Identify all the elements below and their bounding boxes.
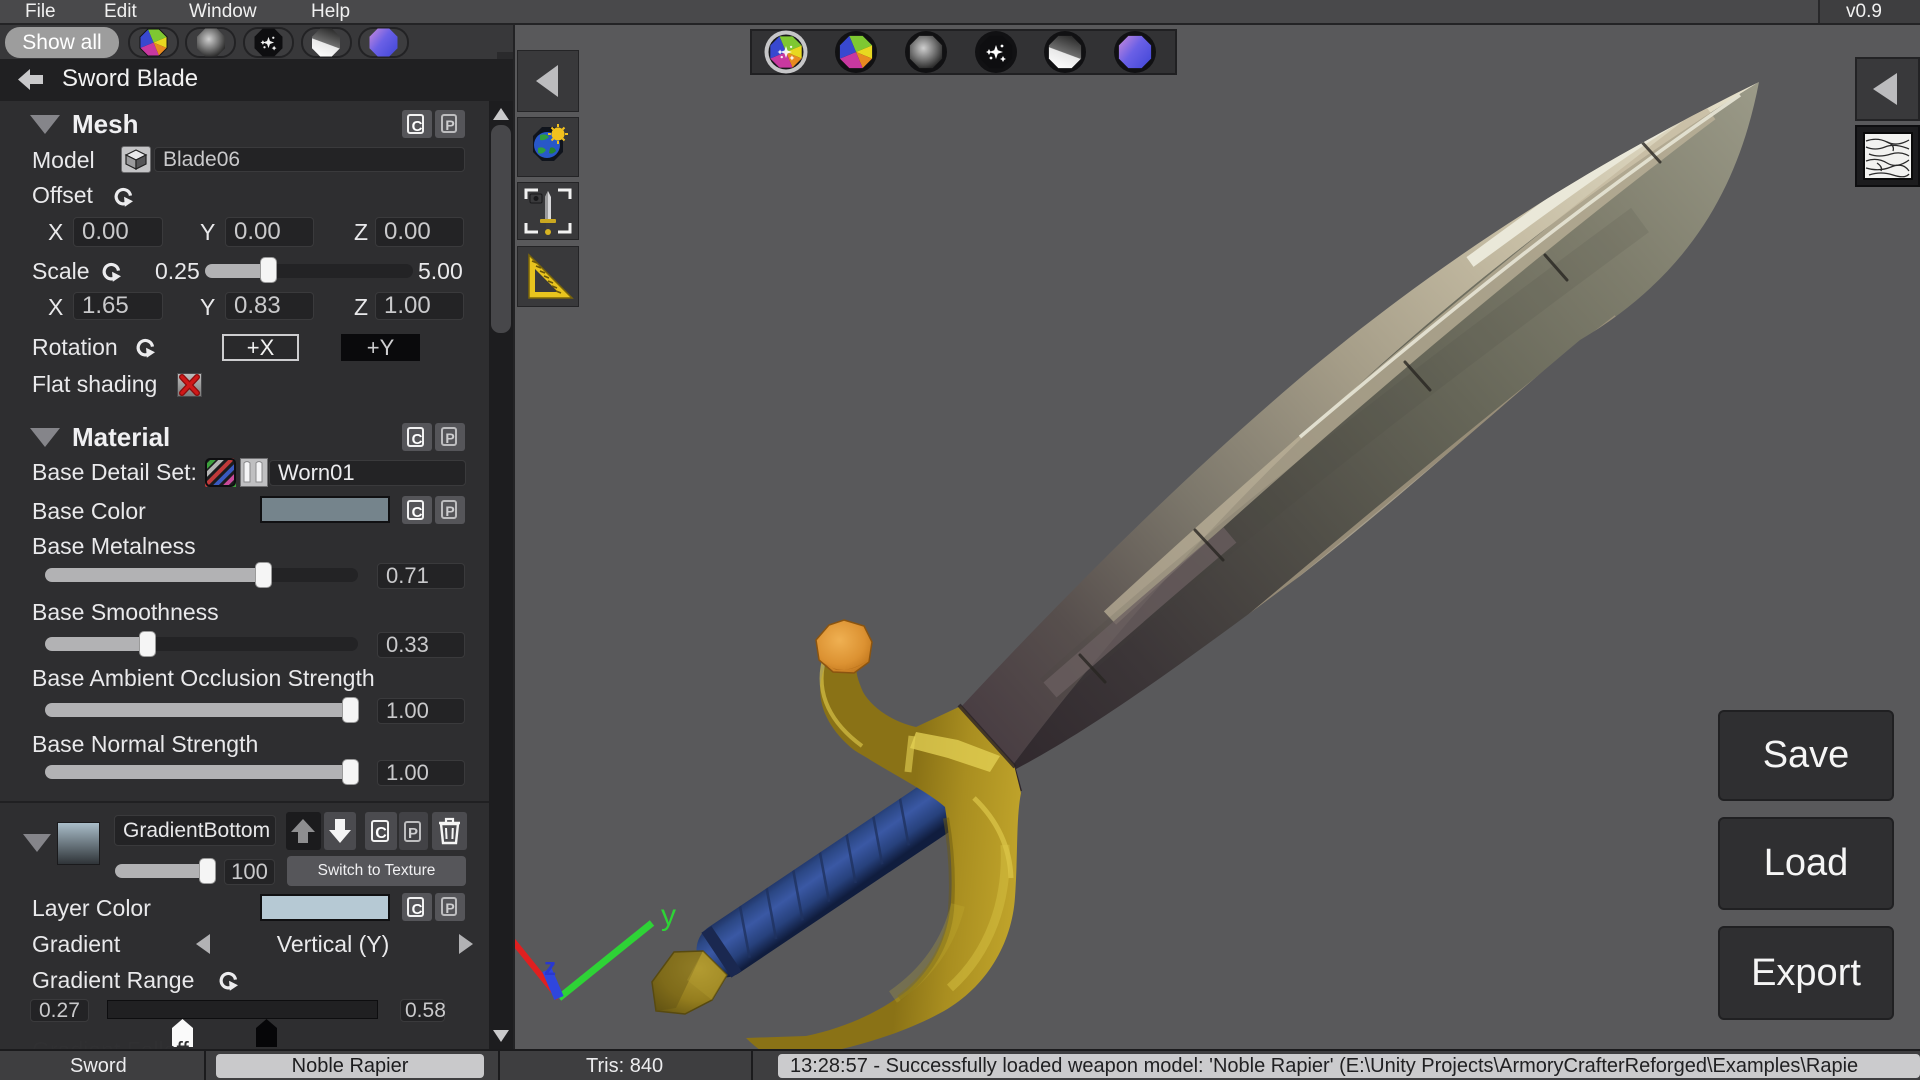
svg-text:C: C bbox=[412, 901, 423, 918]
svg-text:P: P bbox=[445, 430, 454, 446]
svg-text:C: C bbox=[412, 431, 423, 448]
svg-text:P: P bbox=[445, 503, 454, 519]
svg-text:C: C bbox=[412, 118, 423, 135]
svg-text:P: P bbox=[445, 117, 454, 133]
svg-text:C: C bbox=[412, 504, 423, 521]
svg-text:y: y bbox=[661, 899, 676, 932]
svg-text:P: P bbox=[445, 900, 454, 916]
svg-text:z: z bbox=[544, 954, 556, 981]
svg-text:C: C bbox=[375, 825, 387, 842]
svg-text:P: P bbox=[408, 825, 418, 842]
